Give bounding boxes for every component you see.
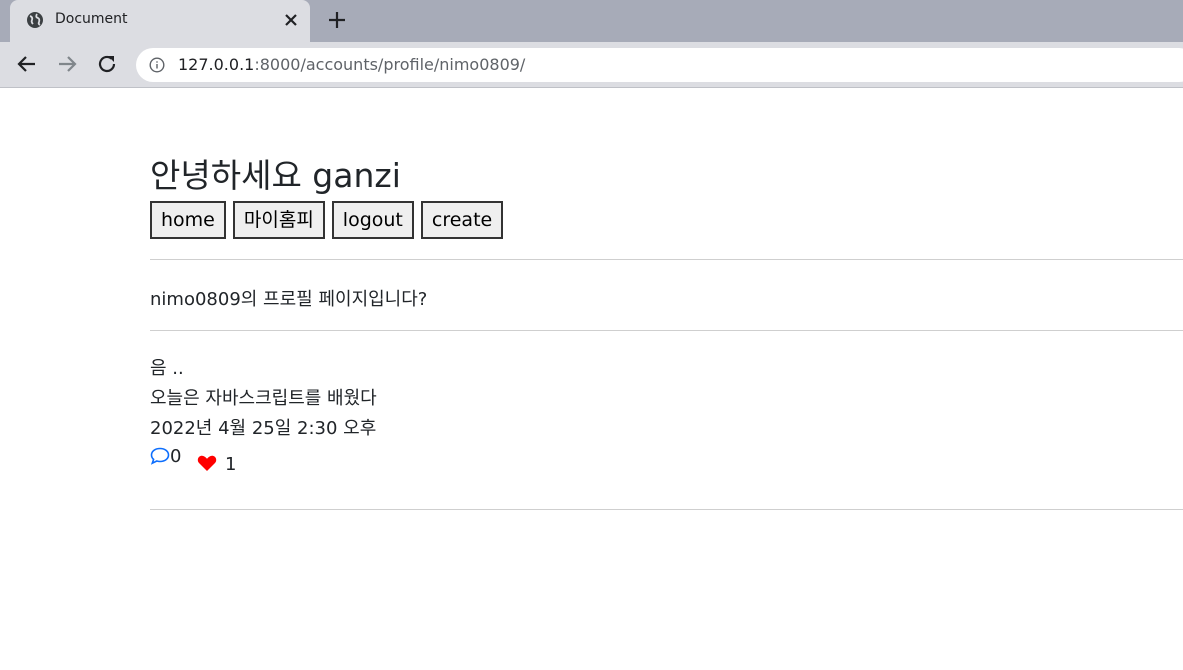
new-tab-icon[interactable]: [326, 9, 348, 31]
reload-icon[interactable]: [95, 52, 119, 76]
address-bar[interactable]: 127.0.0.1:8000/accounts/profile/nimo0809…: [136, 48, 1183, 82]
globe-icon: [27, 12, 43, 28]
url-text[interactable]: 127.0.0.1:8000/accounts/profile/nimo0809…: [178, 55, 525, 74]
divider: [150, 330, 1183, 331]
url-host: 127.0.0.1: [178, 55, 255, 74]
divider: [150, 509, 1183, 510]
post-item: 음 .. 오늘은 자바스크립트를 배웠다 2022년 4월 25일 2:30 오…: [150, 354, 377, 444]
browser-tab-bar: Document: [0, 0, 1183, 42]
browser-toolbar: 127.0.0.1:8000/accounts/profile/nimo0809…: [0, 42, 1183, 88]
url-path: :8000/accounts/profile/nimo0809/: [254, 55, 526, 74]
home-button[interactable]: home: [150, 201, 226, 239]
comment-count: 0: [170, 446, 182, 467]
create-button[interactable]: create: [420, 201, 504, 239]
post-meta-row: 0 1: [150, 446, 350, 475]
close-icon[interactable]: [280, 9, 302, 31]
post-title: 음 ..: [150, 358, 184, 379]
heart-icon[interactable]: [197, 454, 217, 472]
browser-tab[interactable]: Document: [10, 0, 310, 42]
tab-title: Document: [55, 11, 128, 27]
greeting-heading: 안녕하세요 ganzi: [150, 156, 401, 195]
comment-icon[interactable]: [150, 447, 170, 465]
logout-button[interactable]: logout: [331, 201, 414, 239]
post-date: 2022년 4월 25일 2:30 오후: [150, 418, 377, 439]
like-count: 1: [225, 454, 237, 475]
info-icon[interactable]: [149, 57, 165, 73]
nav-button-row: home 마이홈피 logout create: [150, 201, 504, 239]
forward-arrow-icon[interactable]: [55, 52, 79, 76]
page-content: 안녕하세요 ganzi home 마이홈피 logout create nimo…: [0, 89, 1183, 670]
back-arrow-icon[interactable]: [15, 52, 39, 76]
profile-heading: nimo0809의 프로필 페이지입니다?: [150, 289, 428, 310]
myhome-button[interactable]: 마이홈피: [232, 201, 325, 239]
post-content: 오늘은 자바스크립트를 배웠다: [150, 388, 377, 409]
divider: [150, 259, 1183, 260]
